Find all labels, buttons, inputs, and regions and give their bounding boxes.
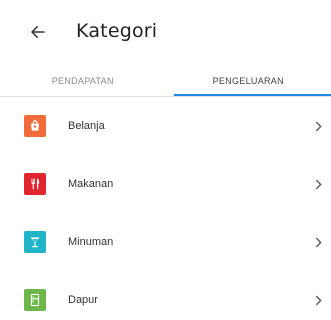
- tab-pendapatan[interactable]: PENDAPATAN: [0, 66, 166, 96]
- chevron-right-icon: [313, 235, 323, 249]
- list-item-minuman[interactable]: Minuman: [0, 213, 331, 271]
- category-label: Belanja: [68, 120, 105, 132]
- tab-pengeluaran[interactable]: PENGELUARAN: [166, 66, 331, 96]
- refrigerator-icon: [24, 289, 46, 311]
- chevron-right-icon: [313, 177, 323, 191]
- cocktail-glass-icon: [24, 231, 46, 253]
- back-button[interactable]: [26, 20, 50, 44]
- category-label: Dapur: [68, 294, 98, 306]
- list-item-belanja[interactable]: Belanja: [0, 97, 331, 155]
- category-list: Belanja Makanan Minuman Dapur: [0, 97, 331, 320]
- page-title: Kategori: [76, 20, 158, 42]
- shopping-bag-icon: [24, 115, 46, 137]
- fork-knife-icon: [24, 173, 46, 195]
- app-header: Kategori: [0, 0, 331, 66]
- arrow-left-icon: [31, 26, 45, 38]
- chevron-right-icon: [313, 293, 323, 307]
- list-item-makanan[interactable]: Makanan: [0, 155, 331, 213]
- category-label: Minuman: [68, 236, 114, 248]
- category-tabs: PENDAPATAN PENGELUARAN: [0, 66, 331, 96]
- category-label: Makanan: [68, 178, 114, 190]
- chevron-right-icon: [313, 119, 323, 133]
- list-item-dapur[interactable]: Dapur: [0, 271, 331, 320]
